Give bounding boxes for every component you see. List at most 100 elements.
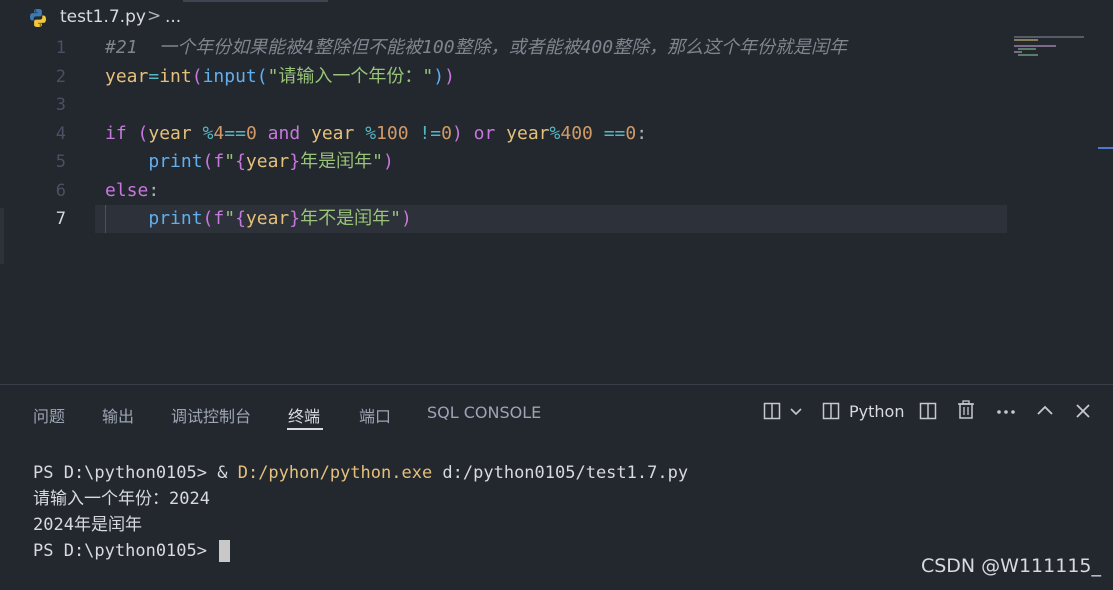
code-text[interactable]: else: <box>105 177 159 205</box>
minimap-line <box>1014 39 1038 41</box>
chevron-right-icon: > <box>147 6 162 26</box>
terminal-split-icon[interactable] <box>822 402 840 420</box>
line-number: 3 <box>55 95 66 115</box>
terminal-prompt: PS D:\python0105> <box>33 541 218 561</box>
terminal-prompt: PS D:\python0105> <box>33 463 218 483</box>
minimap-line <box>1014 45 1056 47</box>
chevron-up-icon[interactable] <box>1036 404 1054 416</box>
token-variable: year <box>245 151 290 172</box>
token-colon: : <box>148 180 160 201</box>
line-number: 2 <box>55 67 66 87</box>
code-line-2[interactable]: 2 year=int(input("请输入一个年份：")) <box>0 63 1100 91</box>
line-number: 7 <box>55 209 66 229</box>
token-paren: ) <box>382 151 394 172</box>
breadcrumb-more[interactable]: ... <box>165 7 181 27</box>
minimap[interactable] <box>1010 34 1100 384</box>
line-number: 5 <box>55 152 66 172</box>
watermark: CSDN @W111115_ <box>920 555 1101 577</box>
python-icon <box>30 9 46 27</box>
more-actions-icon[interactable] <box>996 409 1016 415</box>
split-terminal-icon[interactable] <box>919 402 937 420</box>
token-string: " <box>372 151 383 172</box>
token-number: 0 <box>441 123 452 144</box>
split-layout-icon[interactable] <box>763 402 781 420</box>
tab-terminal[interactable]: 终端 <box>288 403 320 427</box>
token-variable: year <box>148 123 192 144</box>
token-keyword: else <box>105 180 149 201</box>
token-string: 年是闰年 <box>300 151 373 172</box>
token-function: print <box>148 151 203 172</box>
tab-ports[interactable]: 端口 <box>359 403 391 427</box>
token-paren: ( <box>256 66 268 87</box>
terminal-line: 请输入一个年份：2024 <box>33 489 210 509</box>
token-paren: ( <box>191 66 203 87</box>
code-text[interactable]: year=int(input("请输入一个年份：")) <box>105 63 455 91</box>
token-fprefix: f <box>213 151 225 172</box>
token-operator: == <box>224 123 246 144</box>
token-operator: % <box>202 123 214 144</box>
trash-icon[interactable] <box>957 400 975 420</box>
terminal-output[interactable]: PS D:\python0105> & D:/pyhon/python.exe … <box>33 460 688 564</box>
token-variable: year <box>506 123 550 144</box>
terminal-ampersand: & <box>217 463 238 483</box>
tab-problems[interactable]: 问题 <box>33 403 65 427</box>
token-builtin: int <box>159 66 192 87</box>
token-number: 400 <box>560 123 593 144</box>
token-colon: : <box>636 123 648 144</box>
code-line-5[interactable]: 5 print(f"{year}年是闰年") <box>0 148 1100 176</box>
token-fprefix: f <box>213 208 225 229</box>
terminal-profile-label[interactable]: Python <box>849 402 904 421</box>
code-text[interactable]: if (year %4==0 and year %100 !=0) or yea… <box>105 120 647 148</box>
token-brace: } <box>289 208 301 229</box>
token-brace: } <box>289 151 301 172</box>
token-brace: { <box>235 151 246 172</box>
token-paren: ( <box>137 123 149 144</box>
token-number: 0 <box>625 123 637 144</box>
token-operator: = <box>148 66 160 87</box>
terminal-cursor <box>219 540 231 562</box>
token-paren: ( <box>202 208 214 229</box>
code-text[interactable]: print(f"{year}年是闰年") <box>105 148 394 176</box>
code-line-3[interactable]: 3 <box>0 91 1100 119</box>
token-operator: != <box>419 123 442 144</box>
token-paren: ) <box>451 123 463 144</box>
scrollbar-indicator[interactable] <box>1098 147 1113 149</box>
token-string: 年不是闰年 <box>300 208 391 229</box>
chevron-down-icon[interactable] <box>789 407 803 417</box>
terminal-line: PS D:\python0105> <box>33 538 688 564</box>
breadcrumb: test1.7.py > ... <box>0 0 1113 34</box>
code-text[interactable]: #21 一个年份如果能被4整除但不能被100整除，或者能被400整除，那么这个年… <box>105 34 847 62</box>
token-variable: year <box>311 123 355 144</box>
minimap-line <box>1018 54 1038 56</box>
code-editor[interactable]: 1 #21 一个年份如果能被4整除但不能被100整除，或者能被400整除，那么这… <box>0 34 1113 384</box>
code-text[interactable]: print(f"{year}年不是闰年") <box>105 205 411 233</box>
tab-sql-console[interactable]: SQL CONSOLE <box>427 403 541 422</box>
token-number: 4 <box>213 123 225 144</box>
terminal-line: 2024年是闰年 <box>33 515 142 535</box>
token-function: print <box>148 208 203 229</box>
code-line-1[interactable]: 1 #21 一个年份如果能被4整除但不能被100整除，或者能被400整除，那么这… <box>0 34 1100 62</box>
token-function: input <box>202 66 257 87</box>
code-line-6[interactable]: 6 else: <box>0 177 1100 205</box>
close-icon[interactable] <box>1075 403 1091 419</box>
token-operator: == <box>603 123 626 144</box>
token-variable: year <box>105 66 149 87</box>
code-line-7[interactable]: 7 print(f"{year}年不是闰年") <box>0 205 1100 233</box>
tab-output[interactable]: 输出 <box>102 403 134 427</box>
token-string: " <box>390 208 401 229</box>
tab-debug-console[interactable]: 调试控制台 <box>171 403 251 427</box>
token-brace: { <box>235 208 246 229</box>
minimap-line <box>1018 48 1036 50</box>
token-paren: ) <box>444 66 455 87</box>
token-paren: ) <box>433 66 445 87</box>
code-line-4[interactable]: 4 if (year %4==0 and year %100 !=0) or y… <box>0 120 1100 148</box>
breadcrumb-file[interactable]: test1.7.py <box>60 7 146 27</box>
token-number: 100 <box>376 123 409 144</box>
